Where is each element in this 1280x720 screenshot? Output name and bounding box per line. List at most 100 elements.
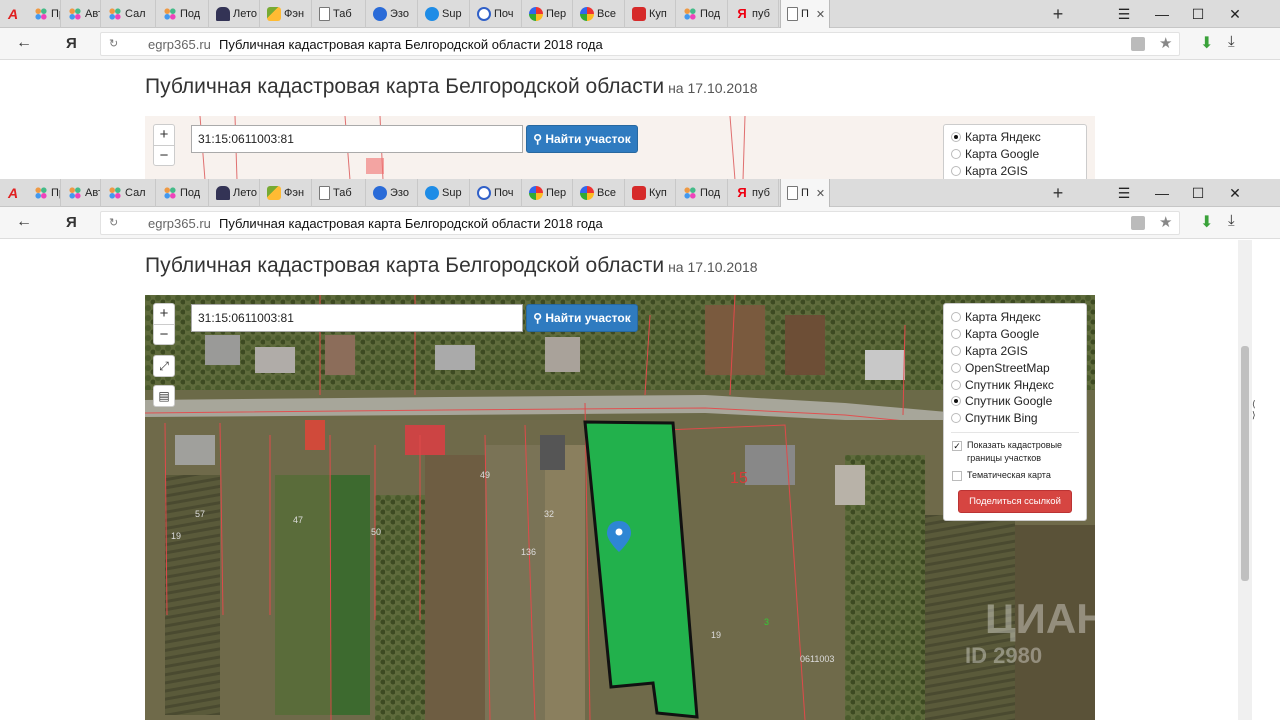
layer-option[interactable]: Спутник Яндекс [951,376,1079,393]
browser-tab[interactable]: Таб [313,179,366,207]
print-icon[interactable]: ▤ [153,385,175,407]
url-field[interactable]: ↻ egrp365.ru Публичная кадастровая карта… [100,211,1180,235]
edge-fragment: ⟨ ⟩ [1252,399,1256,420]
parcel-label: 15 [730,470,748,487]
layer-option[interactable]: OpenStreetMap [951,359,1079,376]
map-top-partial[interactable]: + − ⚲ Найти участок Карта Яндекс Карта G… [145,116,1095,180]
close-window-button[interactable]: ✕ [1217,181,1253,205]
protect-icon[interactable]: ⬇ [1200,212,1213,232]
close-tab-icon[interactable]: ✕ [816,187,825,200]
zoom-out-button[interactable]: − [154,324,174,344]
tab-label: Все [597,187,616,199]
find-parcel-button[interactable]: ⚲ Найти участок [526,125,638,153]
browser-tab[interactable]: Япуб [729,0,779,28]
find-parcel-button[interactable]: ⚲ Найти участок [526,304,638,332]
browser-tab[interactable]: Авто [62,179,101,207]
browser-tab[interactable]: Фэн [261,179,312,207]
browser-tab[interactable]: П ✕ [780,179,830,207]
layer-option[interactable]: Карта Google [951,146,1079,163]
browser-tab[interactable]: Под [157,0,209,28]
bookmark-star-icon[interactable]: ★ [1159,213,1172,231]
browser-tab[interactable]: Пер [523,0,573,28]
browser-tab[interactable]: Sup [419,179,470,207]
layer-option[interactable]: Карта Яндекс [951,129,1079,146]
satellite-map[interactable]: 15 32 47 57 19 50 49 136 0611003 19 3 ЦИ… [145,295,1095,720]
maximize-button[interactable]: ☐ [1180,2,1216,26]
yandex-logo[interactable]: Я [66,35,77,52]
browser-tab[interactable]: Пер [523,179,573,207]
layer-option[interactable]: Карта 2GIS [951,163,1079,180]
browser-tab[interactable]: Авто [62,0,101,28]
browser-window-top: A Про Авто Сал Под Лето Фэн Таб Эзо Sup Поч Пер Все… [0,0,1280,180]
yandex-browser-button[interactable]: A [4,184,22,202]
zoom-out-button[interactable]: − [154,145,174,165]
layer-option[interactable]: Карта Google [951,326,1079,343]
new-tab-button[interactable]: + [1048,183,1068,204]
cadastral-number-input[interactable] [191,125,523,153]
url-page-title: Публичная кадастровая карта Белгородской… [219,37,603,52]
browser-tab[interactable]: Про [28,179,61,207]
layer-option[interactable]: Карта Яндекс [951,309,1079,326]
fullscreen-icon[interactable]: ⤢ [153,355,175,377]
bookmark-star-icon[interactable]: ★ [1159,34,1172,52]
thematic-map-checkbox[interactable]: Тематическая карта [951,469,1079,482]
browser-tab[interactable]: Sup [419,0,470,28]
page-title: Публичная кадастровая карта Белгородской… [145,254,758,277]
browser-tab[interactable]: Лето [210,0,260,28]
yandex-browser-button[interactable]: A [4,5,22,23]
share-link-button[interactable]: Поделиться ссылкой [958,489,1072,513]
minimize-button[interactable]: — [1144,181,1180,205]
page-scrollbar[interactable] [1238,240,1252,720]
cadastral-number-input[interactable] [191,304,523,332]
zoom-in-button[interactable]: + [154,125,174,145]
browser-tab[interactable]: Лето [210,179,260,207]
close-tab-icon[interactable]: ✕ [816,8,825,21]
browser-tab[interactable]: Таб [313,0,366,28]
browser-tab[interactable]: Эзо [367,0,418,28]
browser-tab[interactable]: Под [677,0,728,28]
doc-icon [319,7,330,21]
menu-button[interactable]: ☰ [1106,181,1142,205]
url-field[interactable]: ↻ egrp365.ru Публичная кадастровая карта… [100,32,1180,56]
browser-tab[interactable]: Поч [471,0,522,28]
layer-option[interactable]: Спутник Bing [951,410,1079,427]
browser-tab[interactable]: П ✕ [780,0,830,28]
new-tab-button[interactable]: + [1048,4,1068,25]
zoom-in-button[interactable]: + [154,304,174,324]
lock-icon[interactable] [1131,37,1145,51]
back-button[interactable]: ← [16,213,32,231]
dots-icon [34,186,48,200]
browser-tab[interactable]: Сал [102,0,156,28]
reload-icon[interactable]: ↻ [109,216,118,229]
downloads-icon[interactable]: ⤓ [1228,212,1235,229]
protect-icon[interactable]: ⬇ [1200,33,1213,53]
search-icon: ⚲ [533,311,543,325]
browser-tab[interactable]: Куп [626,0,676,28]
browser-tab[interactable]: Все [574,0,625,28]
browser-tab[interactable]: Под [677,179,728,207]
browser-tab[interactable]: Поч [471,179,522,207]
reload-icon[interactable]: ↻ [109,37,118,50]
yandex-logo[interactable]: Я [66,214,77,231]
layer-option[interactable]: Спутник Google [951,393,1079,410]
menu-button[interactable]: ☰ [1106,2,1142,26]
back-button[interactable]: ← [16,34,32,52]
browser-tab[interactable]: Япуб [729,179,779,207]
close-window-button[interactable]: ✕ [1217,2,1253,26]
browser-tab[interactable]: Все [574,179,625,207]
browser-tab[interactable]: Под [157,179,209,207]
browser-tab[interactable]: Куп [626,179,676,207]
browser-tab[interactable]: Про [28,0,61,28]
downloads-icon[interactable]: ⤓ [1228,33,1235,50]
scrollbar-thumb[interactable] [1241,346,1249,581]
layer-option[interactable]: Карта 2GIS [951,343,1079,360]
lock-icon[interactable] [1131,216,1145,230]
ring-icon [580,186,594,200]
browser-tab[interactable]: Фэн [261,0,312,28]
browser-tab[interactable]: Сал [102,179,156,207]
tab-label: Фэн [284,187,305,199]
minimize-button[interactable]: — [1144,2,1180,26]
browser-tab[interactable]: Эзо [367,179,418,207]
show-borders-checkbox[interactable]: ✓ Показать кадастровые границы участков [951,439,1079,465]
maximize-button[interactable]: ☐ [1180,181,1216,205]
